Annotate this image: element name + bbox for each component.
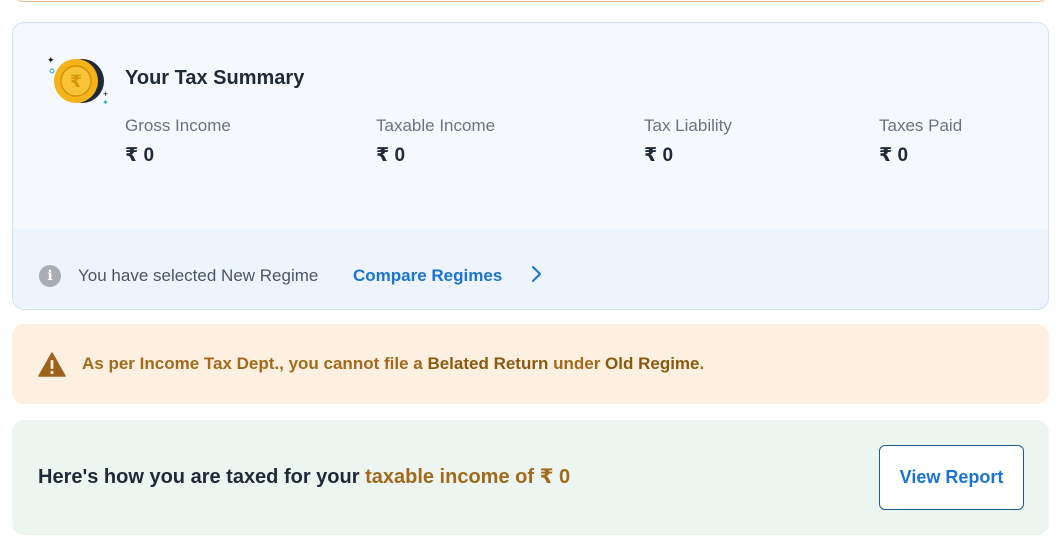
stat-value: ₹ 0 bbox=[376, 145, 406, 166]
previous-card-edge bbox=[16, 0, 1046, 2]
stat-gross-income: Gross Income ₹ 0 bbox=[125, 116, 231, 167]
warning-middle: under bbox=[548, 354, 606, 373]
warning-prefix: As per Income Tax Dept., you cannot file… bbox=[82, 354, 428, 373]
stat-value: ₹ 0 bbox=[879, 145, 909, 166]
tax-summary-title: Your Tax Summary bbox=[125, 67, 305, 89]
taxed-income-prefix: Here's how you are taxed for your bbox=[38, 466, 366, 488]
regime-bar: i You have selected New Regime Compare R… bbox=[13, 229, 1048, 309]
stat-taxable-income: Taxable Income ₹ 0 bbox=[376, 116, 495, 167]
regime-status-text: You have selected New Regime bbox=[78, 266, 319, 285]
warning-old-regime: Old Regime bbox=[605, 354, 700, 373]
view-report-button[interactable]: View Report bbox=[879, 445, 1024, 510]
tax-summary-header: ✦ ₹ + ✦ Your Tax Summary Gross Income ₹ … bbox=[13, 23, 1048, 229]
rupee-coin-icon: ✦ ₹ + ✦ bbox=[47, 55, 109, 107]
svg-text:✦: ✦ bbox=[47, 55, 55, 65]
warning-belated-return: Belated Return bbox=[427, 354, 549, 373]
info-icon: i bbox=[39, 265, 61, 287]
taxed-income-card: Here's how you are taxed for your taxabl… bbox=[12, 420, 1049, 535]
taxed-income-text: Here's how you are taxed for your taxabl… bbox=[38, 464, 570, 489]
stat-tax-liability: Tax Liability ₹ 0 bbox=[644, 116, 732, 167]
stat-taxes-paid: Taxes Paid ₹ 0 bbox=[879, 116, 962, 167]
warning-suffix: . bbox=[699, 354, 705, 373]
chevron-right-icon[interactable] bbox=[525, 263, 547, 285]
taxable-income-highlight: taxable income of ₹ 0 bbox=[365, 466, 571, 488]
stat-label: Taxable Income bbox=[376, 116, 496, 135]
stat-value: ₹ 0 bbox=[125, 145, 155, 166]
warning-icon bbox=[38, 352, 66, 377]
svg-text:✦: ✦ bbox=[102, 98, 109, 107]
belated-return-warning: As per Income Tax Dept., you cannot file… bbox=[12, 324, 1049, 404]
stat-label: Gross Income bbox=[125, 116, 231, 135]
warning-text: As per Income Tax Dept., you cannot file… bbox=[82, 354, 704, 374]
svg-text:₹: ₹ bbox=[70, 72, 82, 92]
stat-label: Tax Liability bbox=[644, 116, 732, 135]
stat-value: ₹ 0 bbox=[644, 145, 674, 166]
compare-regimes-link[interactable]: Compare Regimes bbox=[353, 266, 502, 286]
tax-summary-card: ✦ ₹ + ✦ Your Tax Summary Gross Income ₹ … bbox=[12, 22, 1049, 310]
stat-label: Taxes Paid bbox=[879, 116, 963, 135]
